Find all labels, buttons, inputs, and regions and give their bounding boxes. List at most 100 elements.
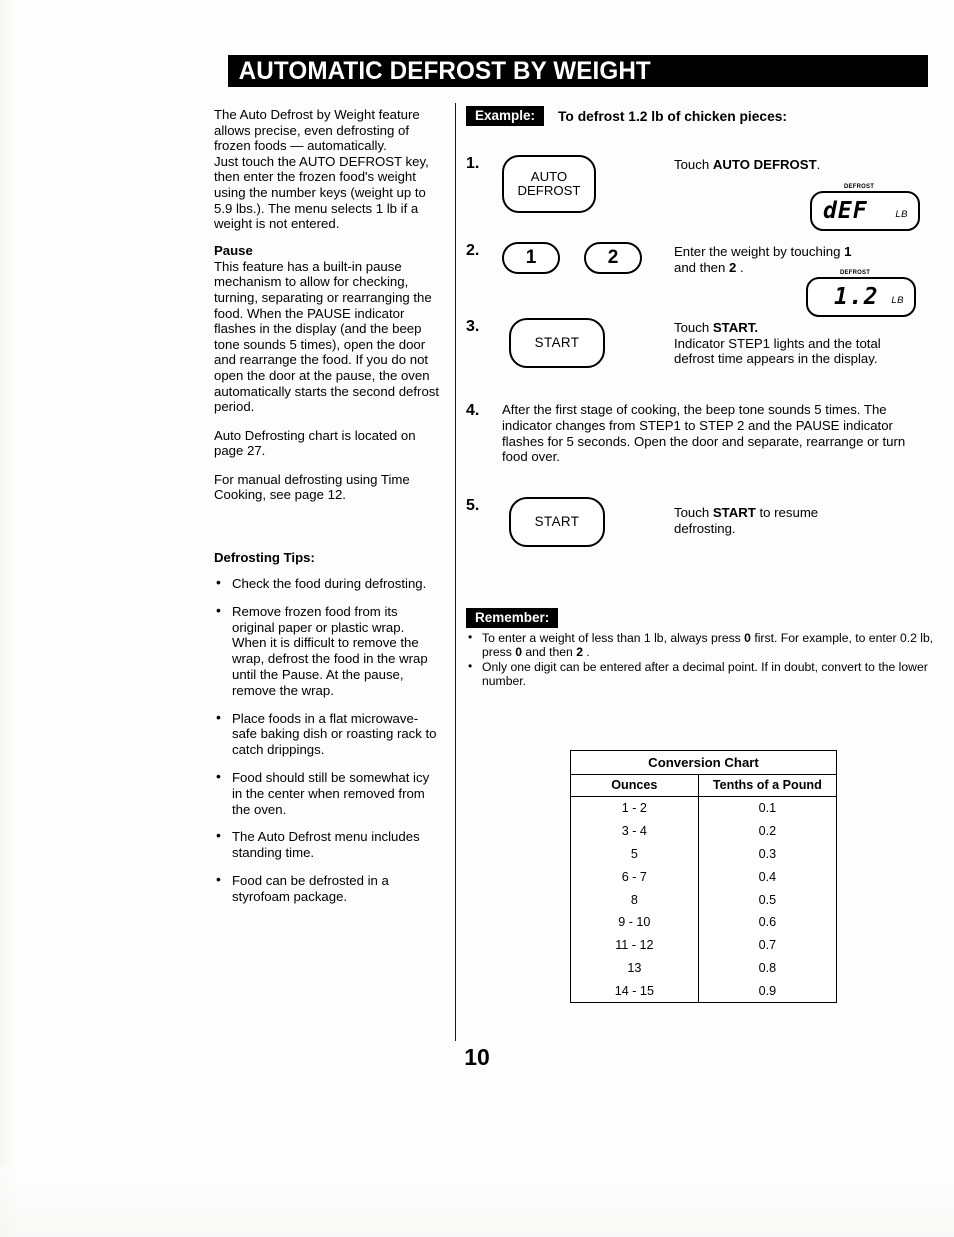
cell-tenths: 0.4: [758, 869, 777, 884]
lcd-unit-2: LB: [891, 295, 904, 306]
step-4-paragraph: After the first stage of cooking, the be…: [502, 402, 906, 465]
table-row: 3 - 4 0.2: [571, 819, 836, 843]
cell-ounces: 14 - 15: [571, 979, 699, 1003]
auto-defrost-key[interactable]: AUTO DEFROST: [502, 155, 596, 213]
list-item: Place foods in a flat microwave-safe bak…: [214, 710, 442, 758]
column-divider: [455, 103, 456, 1041]
cell-ounces: 3 - 4: [571, 819, 699, 843]
step-2-instr-c: and then: [674, 259, 729, 275]
step-5-instr-prefix: Touch: [674, 505, 713, 520]
step-number: 4.: [466, 402, 480, 419]
cell-ounces: 5: [571, 842, 699, 866]
cell-ounces: 1 - 2: [571, 796, 699, 820]
step-3-instr-prefix: Touch: [674, 320, 713, 335]
list-item: The Auto Defrost menu includes standing …: [214, 828, 442, 861]
cell-ounces: 9 - 10: [571, 910, 699, 934]
cell-tenths: 0.5: [758, 892, 777, 907]
page-number: 10: [464, 1044, 490, 1070]
remember-0-a: To enter a weight of less than 1 lb, alw…: [482, 631, 745, 646]
step-1-instruction: Touch AUTO DEFROST.: [674, 155, 820, 213]
number-key-2-label: 2: [607, 246, 619, 268]
lcd-screen-2: 1.2 LB: [806, 277, 916, 317]
step-1-keys: AUTO DEFROST: [502, 155, 674, 213]
step-2: 2. 1 2 Enter the weight by touching 1 an…: [466, 242, 851, 275]
table-row: 6 - 7 0.4: [571, 865, 836, 889]
cell-tenths: 0.7: [758, 938, 777, 953]
cell-ounces: 8: [571, 888, 699, 911]
page-title: AUTOMATIC DEFROST BY WEIGHT: [238, 56, 651, 85]
example-description: To defrost 1.2 lb of chicken pieces:: [558, 108, 788, 124]
remember-0-e: and then: [521, 644, 577, 659]
remember-0-d: 0: [515, 644, 522, 659]
right-column: Example: To defrost 1.2 lb of chicken pi…: [466, 106, 936, 127]
number-key-1-label: 1: [525, 246, 537, 268]
step-5-instr-bold: START: [712, 505, 756, 520]
cell-tenths: 0.3: [758, 846, 777, 861]
list-item: Remove frozen food from its original pap…: [214, 603, 442, 699]
remember-block: Remember: To enter a weight of less than…: [466, 608, 936, 690]
step-3-keys: START: [502, 318, 674, 368]
remember-0-b: 0: [744, 631, 751, 646]
intro-paragraph-1: The Auto Defrost by Weight feature allow…: [214, 107, 420, 154]
step-2-keys: 1 2: [502, 242, 674, 275]
example-tag: Example:: [466, 106, 545, 127]
conversion-chart-caption: Conversion Chart: [571, 751, 836, 775]
auto-defrost-key-label: AUTO DEFROST: [517, 168, 581, 198]
step-4: 4. After the first stage of cooking, the…: [466, 402, 934, 465]
lcd-unit-1: LB: [895, 209, 908, 220]
chart-reference: Auto Defrosting chart is located on page…: [214, 427, 416, 459]
number-key-1[interactable]: 1: [502, 242, 560, 274]
table-row: 5 0.3: [571, 842, 836, 866]
left-column: The Auto Defrost by Weight feature allow…: [214, 107, 442, 917]
step-1: 1. AUTO DEFROST Touch AUTO DEFROST.: [466, 155, 820, 213]
display-panel-2: DEFROST 1.2 LB: [806, 270, 916, 317]
pause-paragraph: This feature has a built-in pause mechan…: [214, 258, 440, 415]
start-key[interactable]: START: [509, 318, 605, 368]
step-number: 2.: [466, 242, 480, 259]
list-item: Food should still be somewhat icy in the…: [214, 769, 442, 817]
step-3-instruction: Touch START. Indicator STEP1 lights and …: [674, 318, 904, 368]
remember-list: To enter a weight of less than 1 lb, alw…: [466, 631, 936, 688]
conversion-chart: Conversion Chart Ounces Tenths of a Poun…: [570, 750, 837, 1004]
lcd-digits-1: dEF: [823, 197, 868, 224]
defrosting-tips-heading: Defrosting Tips:: [214, 550, 315, 566]
step-3-instr-bold: START.: [712, 320, 759, 335]
column-header-tenths: Tenths of a Pound: [698, 774, 836, 797]
step-2-instr-a: Enter the weight by touching: [674, 244, 845, 259]
pause-heading: Pause: [214, 242, 253, 258]
table-row: 1 - 2 0.1: [571, 796, 836, 820]
section-title-bar: AUTOMATIC DEFROST BY WEIGHT: [228, 55, 928, 87]
lcd-screen-1: dEF LB: [810, 191, 920, 231]
lcd-digits-2: 1.2: [834, 283, 879, 310]
example-header: Example: To defrost 1.2 lb of chicken pi…: [466, 106, 936, 127]
step-3: 3. START Touch START. Indicator STEP1 li…: [466, 318, 904, 368]
cell-ounces: 11 - 12: [571, 933, 699, 957]
manual-reference: For manual defrosting using Time Cooking…: [214, 471, 410, 503]
column-header-ounces: Ounces: [571, 774, 699, 797]
cell-tenths: 0.1: [758, 801, 777, 816]
step-number: 1.: [466, 155, 480, 172]
intro-paragraph-2: Just touch the AUTO DEFROST key, then en…: [214, 153, 429, 232]
table-row: 13 0.8: [571, 956, 836, 980]
remember-0-f: 2: [576, 644, 583, 659]
cell-tenths: 0.2: [758, 824, 777, 839]
step-1-instr-suffix: .: [816, 157, 821, 172]
step-number: 5.: [466, 497, 480, 514]
manual-page: AUTOMATIC DEFROST BY WEIGHT The Auto Def…: [0, 0, 954, 1237]
number-key-2[interactable]: 2: [584, 242, 642, 274]
start-key-resume-label: START: [534, 513, 580, 529]
step-number: 3.: [466, 318, 480, 335]
step-5-instruction: Touch START to resume defrosting.: [674, 497, 874, 547]
scan-edge-bottom: [0, 1167, 954, 1237]
table-row: 14 - 15 0.9: [571, 979, 836, 1003]
step-2-instr-b: 1: [844, 244, 852, 259]
cell-ounces: 13: [571, 956, 699, 980]
step-5: 5. START Touch START to resume defrostin…: [466, 497, 874, 547]
table-row: 8 0.5: [571, 888, 836, 911]
cell-ounces: 6 - 7: [571, 865, 699, 889]
start-key-resume[interactable]: START: [509, 497, 605, 547]
step-5-keys: START: [502, 497, 674, 547]
defrost-indicator-label-2: DEFROST: [840, 270, 871, 276]
defrost-indicator-label-1: DEFROST: [844, 184, 875, 190]
remember-0-g: .: [582, 644, 590, 659]
